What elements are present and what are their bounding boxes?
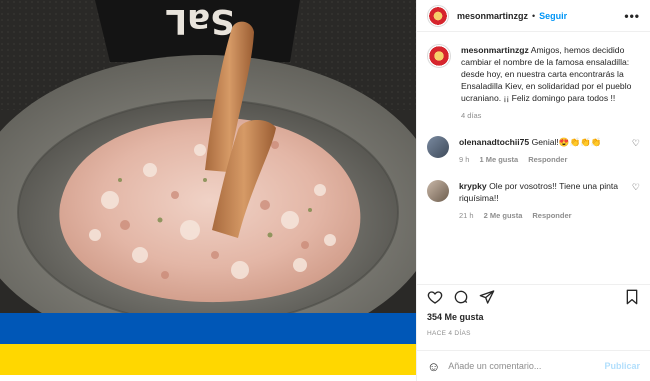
- flag-blue-stripe: [0, 313, 416, 344]
- reply-button[interactable]: Responder: [532, 210, 571, 222]
- likes-count[interactable]: 354 Me gusta: [427, 312, 484, 322]
- comment-text: Genial!😍👏👏👏: [531, 137, 602, 147]
- more-options-icon[interactable]: •••: [624, 9, 640, 23]
- share-paper-plane-icon[interactable]: [479, 289, 495, 305]
- comment-bubble-icon[interactable]: [453, 289, 469, 305]
- post-header: mesonmartinzgz • Seguir •••: [417, 0, 650, 32]
- ensaladilla-photo: SaL: [0, 0, 416, 381]
- comment-likes[interactable]: 2 Me gusta: [484, 210, 523, 222]
- comment-item: olenanadtochii75 Genial!😍👏👏👏 9 h 1 Me gu…: [427, 136, 640, 166]
- comment-likes[interactable]: 1 Me gusta: [479, 154, 518, 166]
- caption-age[interactable]: 4 días: [461, 110, 481, 122]
- caption-avatar[interactable]: [427, 44, 451, 68]
- instagram-post: SaL mesonmartinzgz • Seguir ••• mesonmar…: [0, 0, 650, 381]
- reply-button[interactable]: Responder: [528, 154, 567, 166]
- comment-like-heart-icon[interactable]: ♡: [632, 182, 640, 222]
- author-avatar[interactable]: [427, 4, 449, 27]
- restaurant-sign: SaL: [95, 0, 300, 62]
- add-comment-bar: ☺ Publicar: [417, 350, 650, 381]
- action-bar: [417, 284, 650, 308]
- publish-button[interactable]: Publicar: [604, 361, 640, 371]
- separator-dot: •: [532, 10, 536, 21]
- comment-avatar[interactable]: [427, 180, 449, 202]
- comments-section: mesonmartinzgz Amigos, hemos decidido ca…: [417, 38, 650, 282]
- caption: mesonmartinzgz Amigos, hemos decidido ca…: [427, 44, 640, 122]
- sign-text: SaL: [165, 1, 234, 41]
- comment-item: krypky Ole por vosotros!! Tiene una pint…: [427, 180, 640, 222]
- bookmark-icon[interactable]: [624, 289, 640, 305]
- like-heart-icon[interactable]: [427, 289, 443, 305]
- post-image[interactable]: SaL: [0, 0, 416, 381]
- post-sidebar: mesonmartinzgz • Seguir ••• mesonmartinz…: [416, 0, 650, 381]
- caption-username[interactable]: mesonmartinzgz: [461, 45, 529, 55]
- comment-avatar[interactable]: [427, 136, 449, 158]
- emoji-icon[interactable]: ☺: [427, 360, 440, 373]
- comment-username[interactable]: krypky: [459, 181, 487, 191]
- author-username[interactable]: mesonmartinzgz: [457, 11, 528, 21]
- comment-input[interactable]: [448, 361, 605, 371]
- comment-age[interactable]: 9 h: [459, 154, 469, 166]
- comment-age[interactable]: 21 h: [459, 210, 474, 222]
- comment-like-heart-icon[interactable]: ♡: [632, 138, 640, 166]
- post-timestamp[interactable]: HACE 4 DÍAS: [427, 330, 471, 337]
- flag-yellow-stripe: [0, 344, 416, 375]
- comment-username[interactable]: olenanadtochii75: [459, 137, 529, 147]
- follow-button[interactable]: Seguir: [539, 11, 567, 21]
